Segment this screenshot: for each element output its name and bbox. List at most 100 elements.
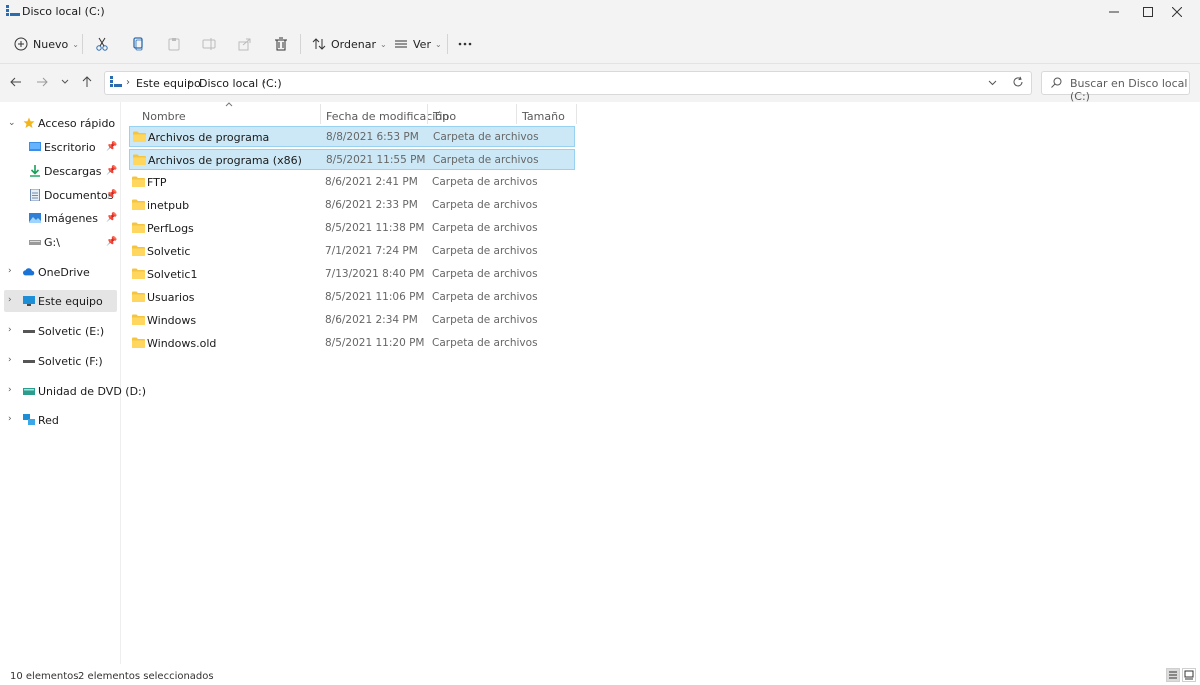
divider	[82, 34, 83, 54]
chevron-right-icon: ›	[126, 77, 130, 88]
file-name: PerfLogs	[147, 222, 194, 235]
file-date: 8/6/2021 2:41 PM	[325, 176, 418, 188]
pin-icon: 📌	[106, 142, 118, 152]
file-name: Archivos de programa (x86)	[148, 154, 302, 167]
chevron-down-icon[interactable]	[988, 79, 997, 87]
expand-chevron-icon[interactable]: ⌄	[8, 118, 16, 128]
file-row[interactable]: Solvetic1 7/13/2021 8:40 PM Carpeta de arc…	[129, 264, 575, 285]
pin-icon: 📌	[106, 237, 118, 247]
file-row[interactable]: inetpub 8/6/2021 2:33 PM Carpeta de archiv…	[129, 195, 575, 216]
column-divider[interactable]	[427, 104, 428, 124]
sidebar-label: Documentos	[44, 188, 114, 202]
share-button[interactable]	[238, 33, 252, 55]
folder-icon	[132, 314, 145, 325]
file-type: Carpeta de archivos	[433, 154, 539, 166]
expand-chevron-icon[interactable]: ›	[8, 266, 16, 276]
cut-button[interactable]	[95, 33, 109, 55]
title-bar	[0, 0, 1200, 24]
column-divider[interactable]	[576, 104, 577, 124]
column-header-date[interactable]: Fecha de modificación	[326, 107, 449, 125]
file-name: Solvetic	[147, 245, 191, 258]
expand-chevron-icon[interactable]: ›	[8, 385, 16, 395]
recent-locations-button[interactable]	[57, 74, 73, 90]
sidebar-label: Descargas	[44, 164, 102, 178]
drive-icon	[29, 240, 41, 245]
expand-chevron-icon[interactable]: ›	[8, 355, 16, 365]
column-header-type[interactable]: Tipo	[433, 107, 456, 125]
share-icon	[238, 38, 251, 51]
forward-button[interactable]	[34, 74, 50, 90]
chevron-down-icon: ⌄	[379, 39, 387, 49]
sidebar-item-documents[interactable]: Documentos 📌	[0, 184, 121, 206]
sidebar-item-network[interactable]: › Red	[0, 409, 121, 431]
paste-button[interactable]	[167, 33, 181, 55]
copy-button[interactable]	[131, 33, 145, 55]
expand-chevron-icon[interactable]: ›	[8, 295, 16, 305]
arrow-right-icon	[37, 77, 48, 87]
more-icon	[458, 42, 472, 46]
sidebar-item-this-pc[interactable]: › Este equipo	[4, 290, 117, 312]
file-row[interactable]: Archivos de programa (x86) 8/5/2021 11:55…	[129, 149, 575, 170]
maximize-icon	[1143, 7, 1153, 17]
file-row[interactable]: FTP 8/6/2021 2:41 PM Carpeta de archivos	[129, 172, 575, 193]
arrow-left-icon	[10, 77, 21, 87]
sidebar-item-onedrive[interactable]: › OneDrive	[0, 261, 121, 283]
view-label: Ver	[413, 37, 431, 51]
desktop-icon	[29, 142, 41, 151]
back-button[interactable]	[8, 74, 24, 90]
sidebar-label: Acceso rápido	[38, 116, 116, 130]
expand-chevron-icon[interactable]: ›	[8, 325, 16, 335]
column-divider[interactable]	[320, 104, 321, 124]
file-type: Carpeta de archivos	[432, 337, 538, 349]
more-options-button[interactable]	[458, 33, 472, 55]
sidebar-label: Escritorio	[44, 140, 96, 154]
sidebar-item-g-drive[interactable]: G:\ 📌	[0, 231, 121, 253]
sidebar-label: Imágenes	[44, 211, 98, 225]
images-icon	[29, 213, 41, 223]
selection-count: 2 elementos seleccionados	[78, 671, 214, 682]
new-button[interactable]: Nuevo ⌄	[14, 33, 79, 55]
column-header-size[interactable]: Tamaño	[522, 107, 565, 125]
rename-icon	[202, 38, 216, 50]
close-button[interactable]	[1154, 0, 1200, 24]
sort-button[interactable]: Ordenar ⌄	[312, 33, 387, 55]
sidebar-item-downloads[interactable]: Descargas 📌	[0, 160, 121, 182]
sidebar-item-drive-e[interactable]: › Solvetic (E:)	[0, 320, 121, 342]
file-row[interactable]: Archivos de programa 8/8/2021 6:53 PM Carp…	[129, 126, 575, 147]
expand-chevron-icon[interactable]: ›	[8, 414, 16, 424]
download-icon	[30, 165, 40, 177]
rename-button[interactable]	[202, 33, 216, 55]
pin-icon: 📌	[106, 190, 118, 200]
sort-icon	[312, 38, 326, 50]
close-icon	[1172, 7, 1182, 17]
file-row[interactable]: PerfLogs 8/5/2021 11:38 PM Carpeta de arch…	[129, 218, 575, 239]
file-type: Carpeta de archivos	[432, 314, 538, 326]
file-row[interactable]: Solvetic 7/1/2021 7:24 PM Carpeta de archi…	[129, 241, 575, 262]
sidebar-item-desktop[interactable]: Escritorio 📌	[0, 136, 121, 158]
file-name: inetpub	[147, 199, 190, 212]
file-row[interactable]: Windows 8/6/2021 2:34 PM Carpeta de archiv…	[129, 310, 575, 331]
sidebar-item-images[interactable]: Imágenes 📌	[0, 207, 121, 229]
sidebar-item-drive-f[interactable]: › Solvetic (F:)	[0, 350, 121, 372]
file-date: 7/1/2021 7:24 PM	[325, 245, 418, 257]
file-name: Windows.old	[147, 337, 217, 350]
view-button[interactable]: Ver ⌄	[394, 33, 442, 55]
file-date: 8/6/2021 2:34 PM	[325, 314, 418, 326]
file-row[interactable]: Windows.old 8/5/2021 11:20 PM Carpeta de a…	[129, 333, 575, 354]
sidebar-label: OneDrive	[38, 265, 90, 279]
up-button[interactable]	[79, 74, 95, 90]
network-icon	[23, 414, 35, 425]
file-explorer-icon	[6, 5, 20, 16]
tiles-view-button[interactable]	[1182, 668, 1196, 682]
sidebar-item-dvd[interactable]: › Unidad de DVD (D:)	[0, 380, 146, 402]
breadcrumb-local-disk[interactable]: Disco local (C:)	[199, 77, 282, 90]
column-header-name[interactable]: Nombre	[142, 107, 186, 125]
file-name: Usuarios	[147, 291, 195, 304]
delete-button[interactable]	[274, 33, 288, 55]
column-divider[interactable]	[516, 104, 517, 124]
file-row[interactable]: Usuarios 8/5/2021 11:06 PM Carpeta de arch…	[129, 287, 575, 308]
details-view-button[interactable]	[1166, 668, 1180, 682]
refresh-icon[interactable]	[1012, 76, 1024, 88]
sidebar-item-quick-access[interactable]: ⌄ Acceso rápido	[0, 112, 121, 134]
search-placeholder: Buscar en Disco local (C:)	[1070, 77, 1188, 103]
